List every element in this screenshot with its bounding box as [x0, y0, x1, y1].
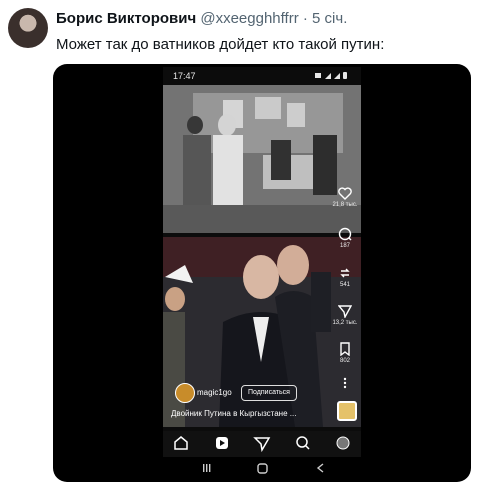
more-options[interactable]	[331, 377, 359, 391]
send-icon[interactable]	[253, 437, 271, 453]
tweet-time[interactable]: 5 січ.	[312, 10, 347, 27]
subscribe-button[interactable]: Подписаться	[241, 385, 297, 401]
search-icon[interactable]	[296, 436, 310, 450]
reels-icon[interactable]	[216, 437, 228, 449]
status-time: 17:47	[173, 71, 196, 81]
like-count: 21,8 тыс.	[332, 202, 358, 208]
home-button-icon[interactable]	[257, 463, 268, 474]
video-frame-top	[163, 85, 361, 233]
repost-control[interactable]: 541	[331, 266, 359, 288]
comment-icon	[338, 227, 352, 241]
author-avatar[interactable]	[8, 8, 48, 48]
tweet-media[interactable]: 17:47 21,8 тыс. 187 541 13,2 тыс. 802 ma…	[53, 64, 471, 482]
audio-thumbnail[interactable]	[337, 401, 357, 421]
home-icon[interactable]	[174, 436, 188, 450]
send-icon	[338, 305, 352, 318]
profile-icon[interactable]	[336, 436, 350, 450]
system-nav-bar	[163, 457, 361, 479]
repost-count: 541	[339, 282, 350, 288]
recents-icon[interactable]	[203, 464, 211, 472]
more-vertical-icon	[343, 377, 347, 389]
separator-dot: ·	[302, 10, 308, 27]
heart-icon	[338, 187, 352, 200]
reel-user-avatar[interactable]	[175, 383, 195, 403]
reel-username[interactable]: magic1go	[197, 388, 232, 397]
back-icon[interactable]	[316, 463, 324, 473]
author-name[interactable]: Борис Викторович	[56, 10, 196, 27]
comment-count: 187	[339, 243, 350, 249]
author-handle[interactable]: @xxeegghhffrr	[200, 10, 298, 27]
bookmark-icon	[340, 342, 350, 356]
reel-caption[interactable]: Двойник Путина в Кыргызстане ...	[171, 409, 296, 418]
share-count: 13,2 тыс.	[332, 320, 358, 326]
save-count: 802	[339, 358, 350, 364]
comment-control[interactable]: 187	[331, 227, 359, 249]
app-nav-bar	[163, 431, 361, 457]
status-indicators	[313, 71, 353, 82]
phone-status-bar: 17:47	[163, 67, 361, 85]
share-control[interactable]: 13,2 тыс.	[331, 304, 359, 326]
phone-screenshot: 17:47 21,8 тыс. 187 541 13,2 тыс. 802 ma…	[163, 67, 361, 479]
repost-icon	[340, 268, 350, 278]
like-control[interactable]: 21,8 тыс.	[331, 187, 359, 208]
tweet-header: Борис Викторович @xxeegghhffrr · 5 січ.	[56, 10, 347, 27]
tweet-text: Может так до ватников дойдет кто такой п…	[56, 36, 385, 53]
save-control[interactable]: 802	[331, 342, 359, 364]
